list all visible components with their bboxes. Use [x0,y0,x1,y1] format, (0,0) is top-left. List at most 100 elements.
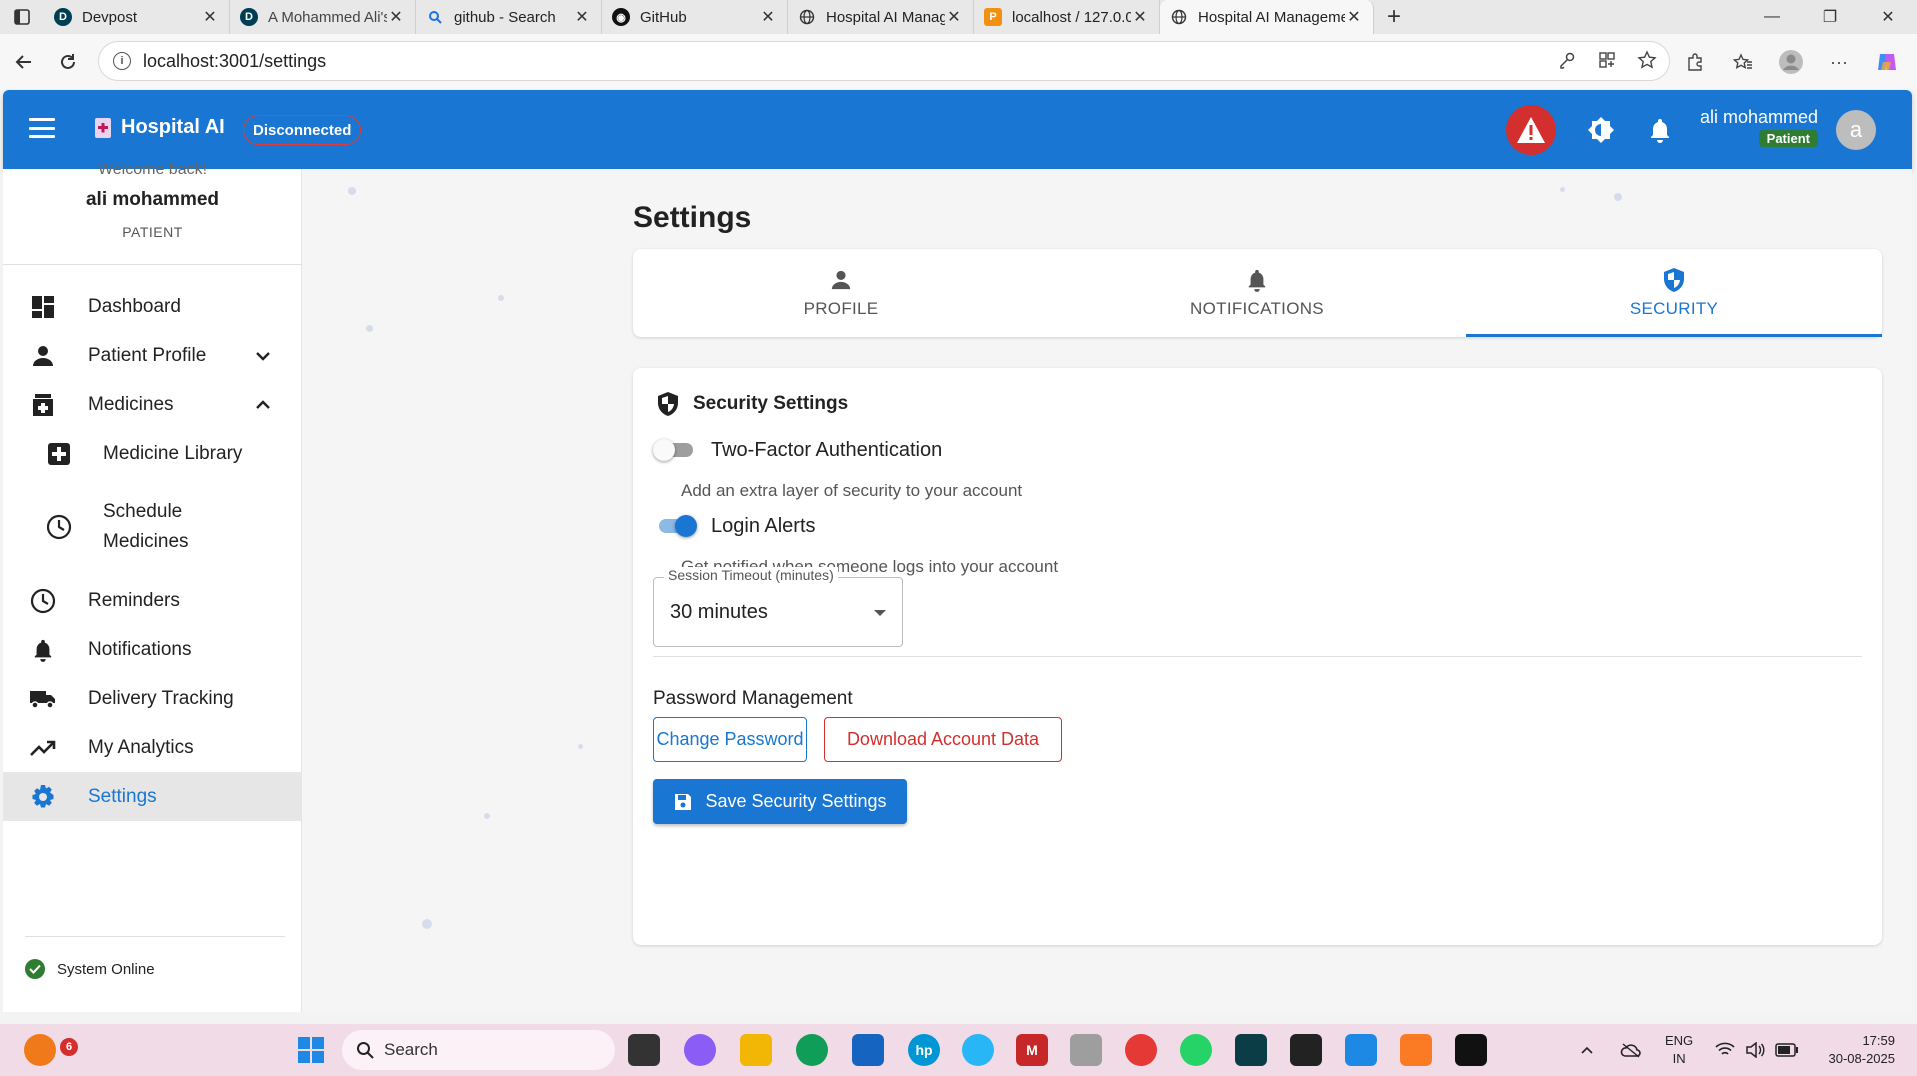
background-particle [578,744,583,749]
chrome-icon[interactable] [1125,1034,1157,1066]
browser-tab[interactable]: D A Mohammed Ali's (an ✕ [230,0,416,34]
sidebar-item-notifications[interactable]: Notifications [3,625,302,674]
browser-tab[interactable]: P localhost / 127.0.0.1 | p ✕ [974,0,1160,34]
avatar[interactable]: a [1836,110,1876,150]
address-bar[interactable]: i localhost:3001/settings [98,41,1670,81]
edge-browser-icon[interactable] [796,1034,828,1066]
app-icon[interactable] [1455,1034,1487,1066]
vscode-icon[interactable] [1345,1034,1377,1066]
sidebar-user-role: PATIENT [122,224,183,240]
sidebar-item-medicines[interactable]: Medicines [3,380,302,429]
browser-toolbar: i localhost:3001/settings ··· [0,34,1917,90]
reload-icon[interactable] [46,40,90,84]
user-info[interactable]: ali mohammed Patient [1694,107,1818,148]
connection-status-badge: Disconnected [243,115,362,145]
weather-widget-icon[interactable]: 6 [24,1034,78,1066]
terminal-icon[interactable] [1290,1034,1322,1066]
close-tab-icon[interactable]: ✕ [387,7,405,27]
theme-toggle-icon[interactable] [1586,115,1616,145]
copilot-icon[interactable] [1867,42,1907,82]
two-factor-label: Two-Factor Authentication [711,438,943,461]
clock[interactable]: 17:59 30-08-2025 [1829,1032,1896,1068]
tab-actions-icon[interactable] [0,0,44,34]
sidebar-item-schedule-medicines[interactable]: Schedule Medicines [3,478,302,576]
save-security-settings-button[interactable]: Save Security Settings [653,779,907,824]
session-timeout-select[interactable]: Session Timeout (minutes) 30 minutes [653,567,903,647]
sidebar-item-dashboard[interactable]: Dashboard [3,282,302,331]
sidebar-item-medicine-library[interactable]: Medicine Library [3,429,302,478]
dropdown-arrow-icon [874,610,886,616]
emergency-alert-button[interactable] [1506,105,1556,155]
wifi-icon [1715,1042,1735,1055]
close-tab-icon[interactable]: ✕ [945,7,963,27]
sidebar-item-settings[interactable]: Settings [3,772,302,821]
tab-notifications[interactable]: NOTIFICATIONS [1049,249,1465,337]
clock-icon [45,513,73,541]
change-password-button[interactable]: Change Password [653,717,807,762]
login-alerts-label: Login Alerts [711,514,816,537]
active-tab-indicator [1466,334,1882,337]
mcafee-icon[interactable]: M [1016,1034,1048,1066]
chevron-down-icon[interactable] [251,344,275,368]
minimize-icon[interactable]: — [1743,0,1801,34]
windows-taskbar: 6 Search hp M ENG IN 17:59 30-08-2025 [0,1024,1917,1076]
photos-icon[interactable] [1070,1034,1102,1066]
apps-icon[interactable] [1595,48,1619,72]
background-particle [484,813,490,819]
favorite-star-icon[interactable] [1635,48,1659,72]
browser-tab-active[interactable]: Hospital AI Manageme ✕ [1160,0,1374,34]
close-tab-icon[interactable]: ✕ [1131,7,1149,27]
assistant-icon[interactable] [962,1034,994,1066]
github-icon: ◉ [612,8,630,26]
two-factor-toggle[interactable] [653,436,699,464]
new-tab-icon[interactable]: + [1374,3,1414,31]
browser-tab[interactable]: github - Search ✕ [416,0,602,34]
language-indicator[interactable]: ENG IN [1665,1032,1693,1068]
whatsapp-icon[interactable] [1180,1034,1212,1066]
download-account-data-button[interactable]: Download Account Data [824,717,1062,762]
login-alerts-row: Login Alerts [653,512,816,540]
close-tab-icon[interactable]: ✕ [573,7,591,27]
app-icon[interactable] [1235,1034,1267,1066]
profile-icon[interactable] [1771,42,1811,82]
close-window-icon[interactable]: ✕ [1859,0,1917,34]
menu-icon[interactable] [29,118,55,138]
copilot-app-icon[interactable] [684,1034,716,1066]
key-icon[interactable] [1555,48,1579,72]
taskbar-search[interactable]: Search [342,1030,615,1070]
login-alerts-toggle[interactable] [653,512,699,540]
browser-tab[interactable]: D Devpost ✕ [44,0,230,34]
more-options-icon[interactable]: ··· [1819,42,1859,82]
close-tab-icon[interactable]: ✕ [1345,7,1363,27]
back-icon[interactable] [2,40,46,84]
close-tab-icon[interactable]: ✕ [201,7,219,27]
start-icon[interactable] [295,1034,327,1066]
sidebar-item-reminders[interactable]: Reminders [3,576,302,625]
sidebar-item-patient-profile[interactable]: Patient Profile [3,331,302,380]
chevron-up-icon[interactable] [251,393,275,417]
site-info-icon[interactable]: i [113,52,131,70]
notifications-bell-icon[interactable] [1645,115,1675,145]
store-icon[interactable] [852,1034,884,1066]
sidebar-item-delivery-tracking[interactable]: Delivery Tracking [3,674,302,723]
brand[interactable]: Hospital AI [95,116,225,139]
browser-tab[interactable]: ◉ GitHub ✕ [602,0,788,34]
hp-icon[interactable]: hp [908,1034,940,1066]
system-tray[interactable] [1715,1024,1799,1076]
browser-tab[interactable]: Hospital AI Manageme ✕ [788,0,974,34]
bell-icon [1244,267,1270,293]
onedrive-icon[interactable] [1620,1024,1642,1076]
favorites-icon[interactable] [1723,42,1763,82]
tab-security[interactable]: SECURITY [1466,249,1882,337]
file-explorer-icon[interactable] [740,1034,772,1066]
task-view-icon[interactable] [628,1034,660,1066]
restore-icon[interactable]: ❐ [1801,0,1859,34]
xampp-icon[interactable] [1400,1034,1432,1066]
tab-profile[interactable]: PROFILE [633,249,1049,337]
sidebar-item-my-analytics[interactable]: My Analytics [3,723,302,772]
phpmyadmin-icon: P [984,8,1002,26]
close-tab-icon[interactable]: ✕ [759,7,777,27]
devpost-icon: D [240,8,258,26]
show-hidden-icons[interactable] [1580,1024,1594,1076]
extensions-icon[interactable] [1675,42,1715,82]
